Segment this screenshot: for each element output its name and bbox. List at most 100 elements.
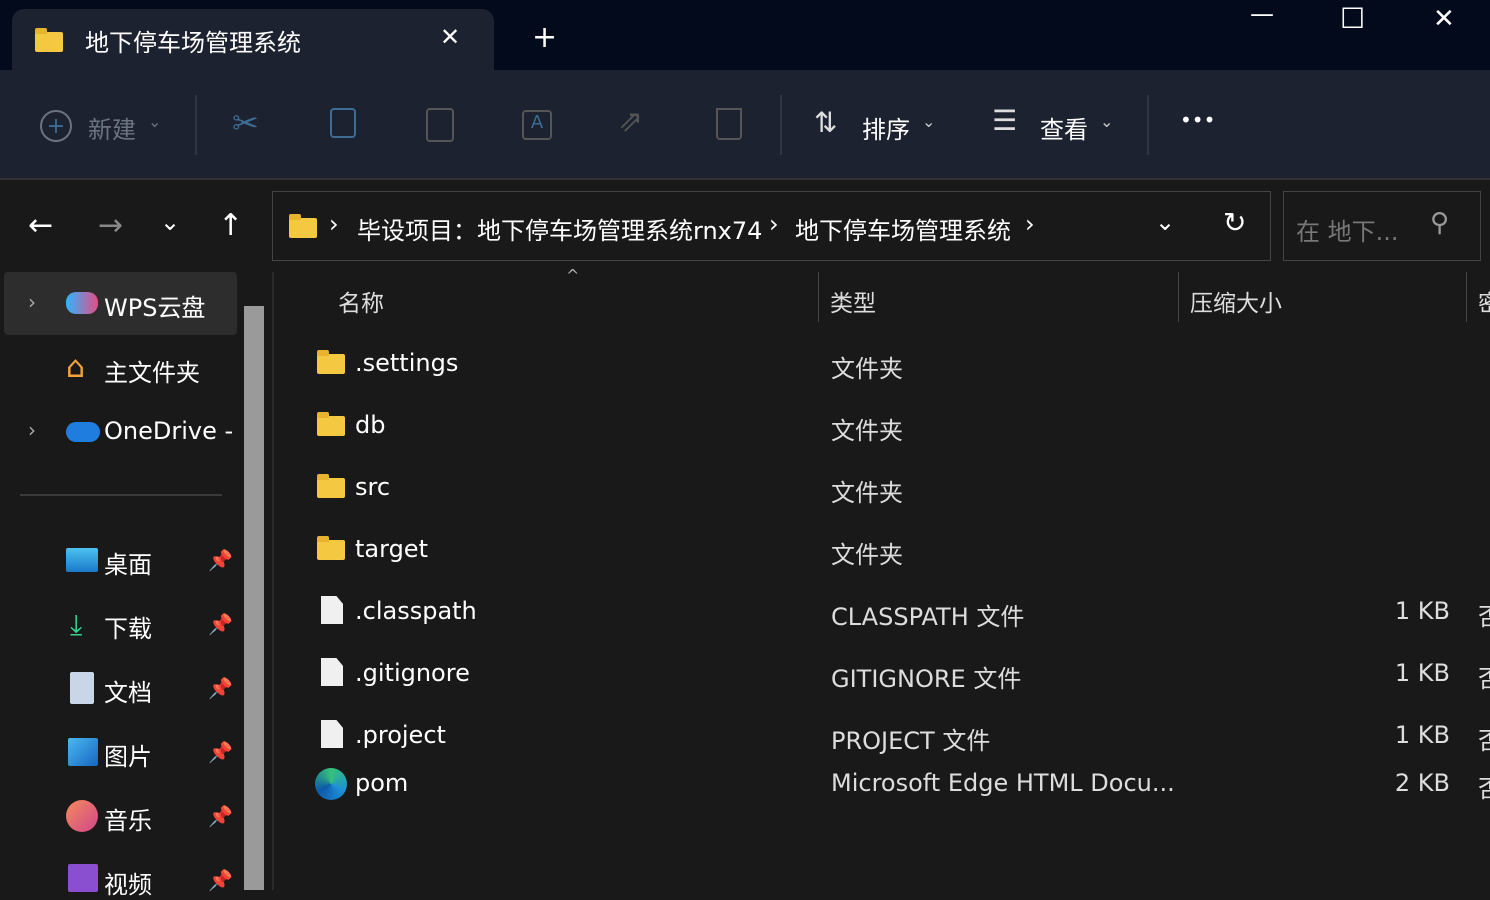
address-dropdown[interactable]: ⌄ [1155, 208, 1175, 236]
file-encrypted: 否 [1478, 769, 1490, 804]
pin-icon[interactable]: 📌 [208, 612, 233, 636]
more-button[interactable]: ••• [1180, 108, 1215, 132]
new-button[interactable]: 新建 [88, 110, 136, 145]
column-header-type[interactable]: 类型 [830, 284, 876, 318]
recent-dropdown[interactable]: ⌄ [160, 208, 180, 236]
sidebar-item-onedrive[interactable]: OneDrive - [104, 417, 233, 445]
folder-icon [317, 474, 345, 498]
desktop-icon [66, 548, 98, 572]
download-icon: ⤓ [70, 608, 83, 641]
file-icon [321, 720, 343, 748]
share-icon[interactable]: ⇗ [618, 104, 643, 139]
file-row[interactable]: src 文件夹 [290, 456, 1490, 518]
up-button[interactable]: ↑ [218, 208, 243, 243]
pin-icon[interactable]: 📌 [208, 868, 233, 892]
file-type: 文件夹 [831, 417, 903, 445]
copy-icon[interactable] [330, 108, 356, 138]
sort-button[interactable]: 排序 [862, 110, 910, 145]
file-name: src [355, 473, 391, 501]
quick-item[interactable]: 桌面 [104, 545, 152, 580]
cut-icon[interactable]: ✂ [232, 104, 259, 142]
file-row[interactable]: pom Microsoft Edge HTML Docu... 2 KB 否 [290, 766, 1490, 828]
file-type: PROJECT 文件 [831, 727, 991, 755]
new-tab-button[interactable]: + [532, 20, 557, 55]
paste-icon[interactable] [426, 108, 454, 142]
file-type: Microsoft Edge HTML Docu... [831, 769, 1175, 797]
zip-folder-icon [35, 28, 63, 52]
file-name: db [355, 411, 386, 439]
minimize-button[interactable]: — [1250, 0, 1274, 28]
folder-icon [317, 412, 345, 436]
sidebar-scrollbar[interactable] [244, 306, 264, 890]
file-row[interactable]: .settings 文件夹 [290, 332, 1490, 394]
quick-item[interactable]: 音乐 [104, 801, 152, 836]
pictures-icon [68, 738, 98, 766]
file-size: 1 KB [1394, 597, 1450, 625]
back-button[interactable]: ← [28, 208, 53, 243]
search-icon: ⚲ [1430, 208, 1450, 238]
home-icon: ⌂ [66, 350, 86, 385]
pin-icon[interactable]: 📌 [208, 676, 233, 700]
tab-active[interactable]: 地下停车场管理系统 ✕ [12, 9, 494, 71]
file-row[interactable]: .project PROJECT 文件 1 KB 否 [290, 704, 1490, 766]
edge-icon [315, 768, 347, 800]
file-type: 文件夹 [831, 479, 903, 507]
column-header-size[interactable]: 压缩大小 [1190, 284, 1282, 318]
music-icon [66, 800, 98, 832]
documents-icon [70, 672, 94, 704]
column-header-name[interactable]: 名称 [338, 284, 384, 318]
quick-item[interactable]: 文档 [104, 673, 152, 708]
sidebar-item-home[interactable]: 主文件夹 [104, 353, 200, 388]
command-bar [0, 70, 1490, 180]
file-row[interactable]: target 文件夹 [290, 518, 1490, 580]
file-name: .settings [355, 349, 459, 377]
file-name: .project [355, 721, 446, 749]
zip-folder-icon [289, 214, 317, 238]
file-name: .classpath [355, 597, 477, 625]
file-size: 2 KB [1394, 769, 1450, 797]
refresh-button[interactable]: ↻ [1223, 206, 1246, 239]
file-row[interactable]: .gitignore GITIGNORE 文件 1 KB 否 [290, 642, 1490, 704]
delete-icon[interactable] [716, 108, 742, 140]
view-icon: ☰ [992, 104, 1018, 137]
search-box[interactable]: 在 地下... ⚲ [1283, 191, 1481, 261]
forward-button[interactable]: → [98, 208, 123, 243]
close-window-button[interactable]: ✕ [1433, 4, 1455, 34]
file-row[interactable]: db 文件夹 [290, 394, 1490, 456]
quick-item[interactable]: 图片 [104, 737, 152, 772]
sort-ascending-icon: ^ [566, 266, 580, 285]
view-button[interactable]: 查看 [1040, 110, 1088, 145]
close-tab-button[interactable]: ✕ [440, 23, 460, 51]
add-icon[interactable]: + [40, 110, 72, 142]
folder-icon [317, 536, 345, 560]
quick-item[interactable]: 下载 [104, 609, 152, 644]
file-type: 文件夹 [831, 355, 903, 383]
file-encrypted: 否 [1478, 721, 1490, 756]
file-type: GITIGNORE 文件 [831, 665, 1022, 693]
file-encrypted: 否 [1478, 597, 1490, 632]
file-size: 1 KB [1394, 721, 1450, 749]
address-bar[interactable]: › 毕设项目：地下停车场管理系统rnx74 › 地下停车场管理系统 › ⌄ ↻ [272, 191, 1271, 261]
search-input[interactable]: 在 地下... [1296, 212, 1399, 247]
maximize-button[interactable]: ☐ [1340, 2, 1365, 35]
file-name: .gitignore [355, 659, 470, 687]
file-name: target [355, 535, 428, 563]
onedrive-icon [66, 422, 100, 442]
pin-icon[interactable]: 📌 [208, 804, 233, 828]
file-encrypted: 否 [1478, 659, 1490, 694]
rename-icon[interactable]: A [522, 110, 552, 140]
breadcrumb-item[interactable]: 毕设项目：地下停车场管理系统rnx74 [357, 211, 762, 246]
sidebar-item-wps[interactable]: WPS云盘 [104, 288, 205, 323]
folder-icon [317, 350, 345, 374]
pin-icon[interactable]: 📌 [208, 740, 233, 764]
file-row[interactable]: .classpath CLASSPATH 文件 1 KB 否 [290, 580, 1490, 642]
videos-icon [68, 864, 98, 892]
file-type: CLASSPATH 文件 [831, 603, 1025, 631]
column-header-encrypted[interactable]: 密 [1478, 284, 1490, 318]
pin-icon[interactable]: 📌 [208, 548, 233, 572]
breadcrumb-item[interactable]: 地下停车场管理系统 [795, 211, 1011, 246]
file-icon [321, 596, 343, 624]
wps-cloud-icon [66, 292, 98, 314]
sort-icon: ⇅ [814, 106, 838, 139]
quick-item[interactable]: 视频 [104, 865, 152, 900]
